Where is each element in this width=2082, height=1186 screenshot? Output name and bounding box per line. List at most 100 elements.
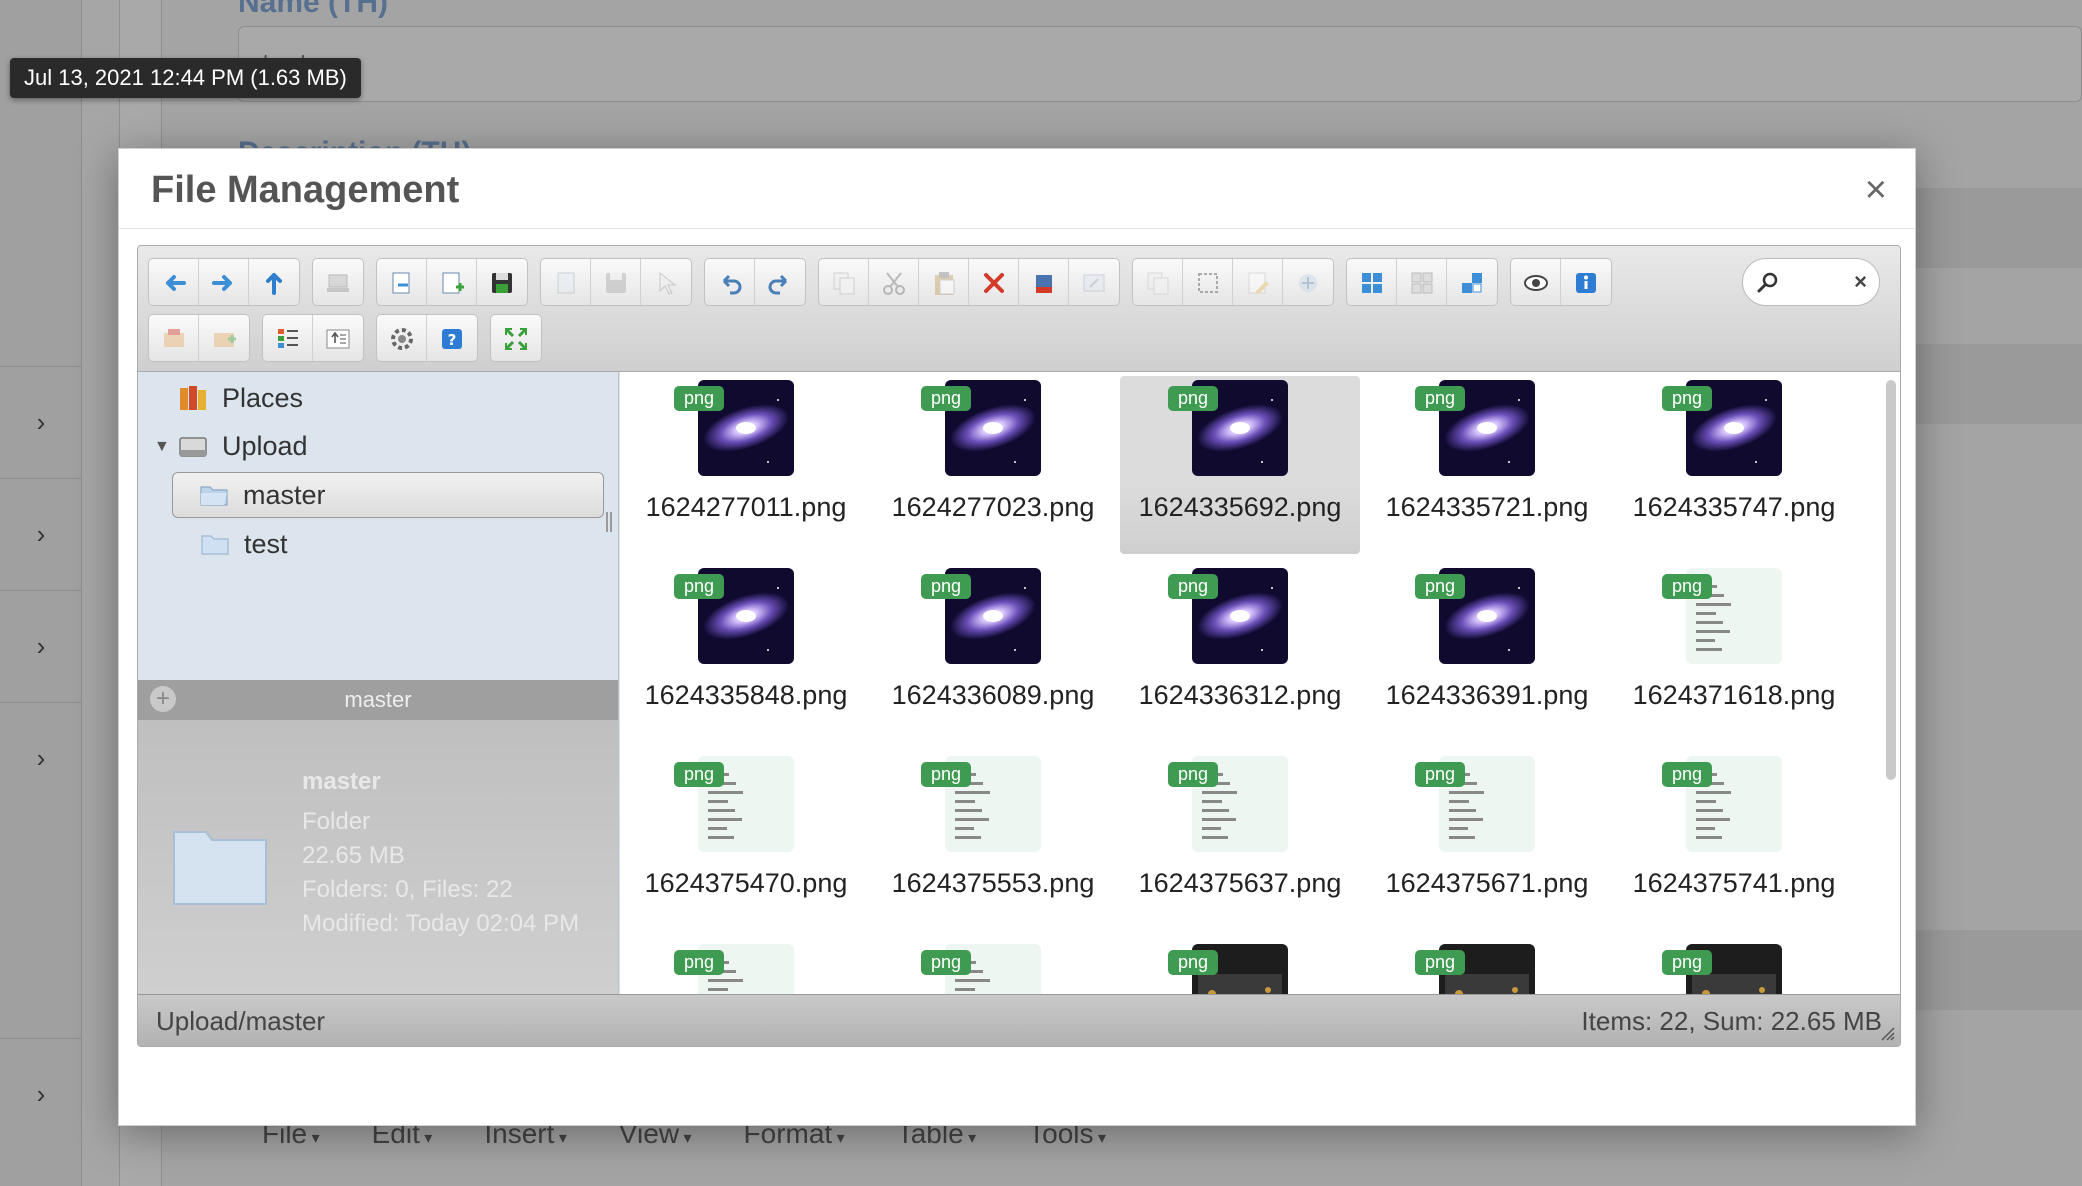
file-item[interactable]: png 1624371618.png <box>1614 564 1854 742</box>
scrollbar[interactable] <box>1884 376 1898 990</box>
open-icon <box>392 272 409 294</box>
close-icon[interactable]: × <box>1865 171 1887 209</box>
redo-button[interactable] <box>755 259 805 305</box>
expand-arrow-icon[interactable]: ▼ <box>154 438 170 456</box>
file-item[interactable]: png <box>1614 940 1854 994</box>
file-item[interactable]: png 1624335848.png <box>626 564 866 742</box>
file-item[interactable]: png 1624375741.png <box>1614 752 1854 930</box>
select-all-button[interactable] <box>1183 259 1233 305</box>
file-item[interactable]: png 1624336312.png <box>1120 564 1360 742</box>
up-icon <box>266 273 282 295</box>
grid-view-icon <box>1411 272 1432 294</box>
select-all-icon <box>1197 273 1218 293</box>
fullscreen-icon <box>504 327 528 351</box>
file-type-badge: png <box>921 574 972 599</box>
folder-open-icon <box>200 486 228 506</box>
extract-button[interactable] <box>149 315 199 361</box>
file-name: 1624375470.png <box>644 868 848 898</box>
delete-button[interactable] <box>969 259 1019 305</box>
save-button[interactable] <box>477 259 527 305</box>
back-button[interactable] <box>149 259 199 305</box>
scrollbar-thumb[interactable] <box>1886 380 1896 780</box>
sort-button[interactable] <box>313 315 363 361</box>
search-input[interactable] <box>1785 267 1845 297</box>
file-item[interactable]: png <box>873 940 1113 994</box>
toolbar-group <box>148 258 300 306</box>
preview-button[interactable] <box>1511 259 1561 305</box>
tree-item-places[interactable]: Places <box>178 378 303 418</box>
tiles-view-button[interactable] <box>1447 259 1497 305</box>
open-button[interactable] <box>377 259 427 305</box>
file-item[interactable]: png 1624336089.png <box>873 564 1113 742</box>
file-item[interactable]: png 1624277023.png <box>873 376 1113 554</box>
info-button[interactable] <box>1561 259 1611 305</box>
file-item[interactable]: png <box>626 940 866 994</box>
undo-button[interactable] <box>705 259 755 305</box>
list-view-button[interactable] <box>263 315 313 361</box>
resize-button[interactable] <box>1283 259 1333 305</box>
duplicate-button[interactable] <box>1133 259 1183 305</box>
file-item[interactable]: png 1624277011.png <box>626 376 866 554</box>
nav-expand-chevron[interactable]: › <box>0 1038 82 1150</box>
file-item[interactable]: png 1624335747.png <box>1614 376 1854 554</box>
nav-expand-chevron[interactable]: › <box>0 478 82 590</box>
cut-button[interactable] <box>869 259 919 305</box>
file-item[interactable]: png <box>1367 940 1607 994</box>
paste-button[interactable] <box>919 259 969 305</box>
nav-expand-chevron[interactable]: › <box>0 702 82 814</box>
folder-icon <box>201 535 229 555</box>
tree-item-test[interactable]: test <box>200 524 288 564</box>
file-item[interactable]: png 1624375637.png <box>1120 752 1360 930</box>
fullscreen-button[interactable] <box>491 315 541 361</box>
rename-button[interactable] <box>1069 259 1119 305</box>
up-button[interactable] <box>249 259 299 305</box>
icons-view-button[interactable] <box>1347 259 1397 305</box>
panel-resize-handle[interactable] <box>606 512 612 532</box>
empty-icon <box>1035 275 1052 293</box>
save-disabled-button[interactable] <box>591 259 641 305</box>
help-button[interactable]: ? <box>427 315 477 361</box>
file-item[interactable]: png 1624335721.png <box>1367 376 1607 554</box>
copy-button[interactable] <box>819 259 869 305</box>
undo-icon <box>722 274 741 295</box>
edit-button[interactable] <box>1233 259 1283 305</box>
file-item[interactable]: png 1624375671.png <box>1367 752 1607 930</box>
paste-icon <box>934 272 954 295</box>
toolbar-group <box>490 314 542 362</box>
info-panel: master Folder 22.65 MB Folders: 0, Files… <box>138 720 618 994</box>
home-icon <box>327 274 349 292</box>
search-clear-icon[interactable]: × <box>1854 269 1867 295</box>
grid-view-button[interactable] <box>1397 259 1447 305</box>
file-name: 1624375741.png <box>1632 868 1836 898</box>
file-type-badge: png <box>1662 574 1713 599</box>
resize-grip-icon[interactable] <box>1880 1026 1896 1042</box>
forward-button[interactable] <box>199 259 249 305</box>
archive-button[interactable] <box>199 315 249 361</box>
nav-expand-chevron[interactable]: › <box>0 590 82 702</box>
save-icon <box>492 273 512 293</box>
background-band <box>1912 188 2082 268</box>
preview-icon <box>1523 275 1548 291</box>
home-button[interactable] <box>313 259 363 305</box>
toolbar-group <box>704 258 806 306</box>
file-item[interactable]: png 1624335692.png <box>1120 376 1360 554</box>
select-button[interactable] <box>641 259 691 305</box>
nav-expand-chevron[interactable]: › <box>0 366 82 478</box>
tree-item-upload[interactable]: Upload <box>178 426 308 466</box>
new-file-button[interactable] <box>427 259 477 305</box>
toolbar-group <box>148 314 250 362</box>
empty-button[interactable] <box>1019 259 1069 305</box>
name-th-input[interactable] <box>238 26 2082 102</box>
add-icon[interactable]: + <box>150 686 176 712</box>
file-item[interactable]: png 1624336391.png <box>1367 564 1607 742</box>
file-item[interactable]: png 1624375470.png <box>626 752 866 930</box>
back-icon <box>165 275 186 291</box>
copy-doc-button[interactable] <box>541 259 591 305</box>
file-item[interactable]: png <box>1120 940 1360 994</box>
file-type-badge: png <box>674 386 725 411</box>
settings-button[interactable] <box>377 315 427 361</box>
statusbar: Upload/master Items: 22, Sum: 22.65 MB <box>138 994 1900 1046</box>
toolbar-group <box>1510 258 1612 306</box>
tree-item-master[interactable]: master <box>172 472 604 518</box>
file-item[interactable]: png 1624375553.png <box>873 752 1113 930</box>
